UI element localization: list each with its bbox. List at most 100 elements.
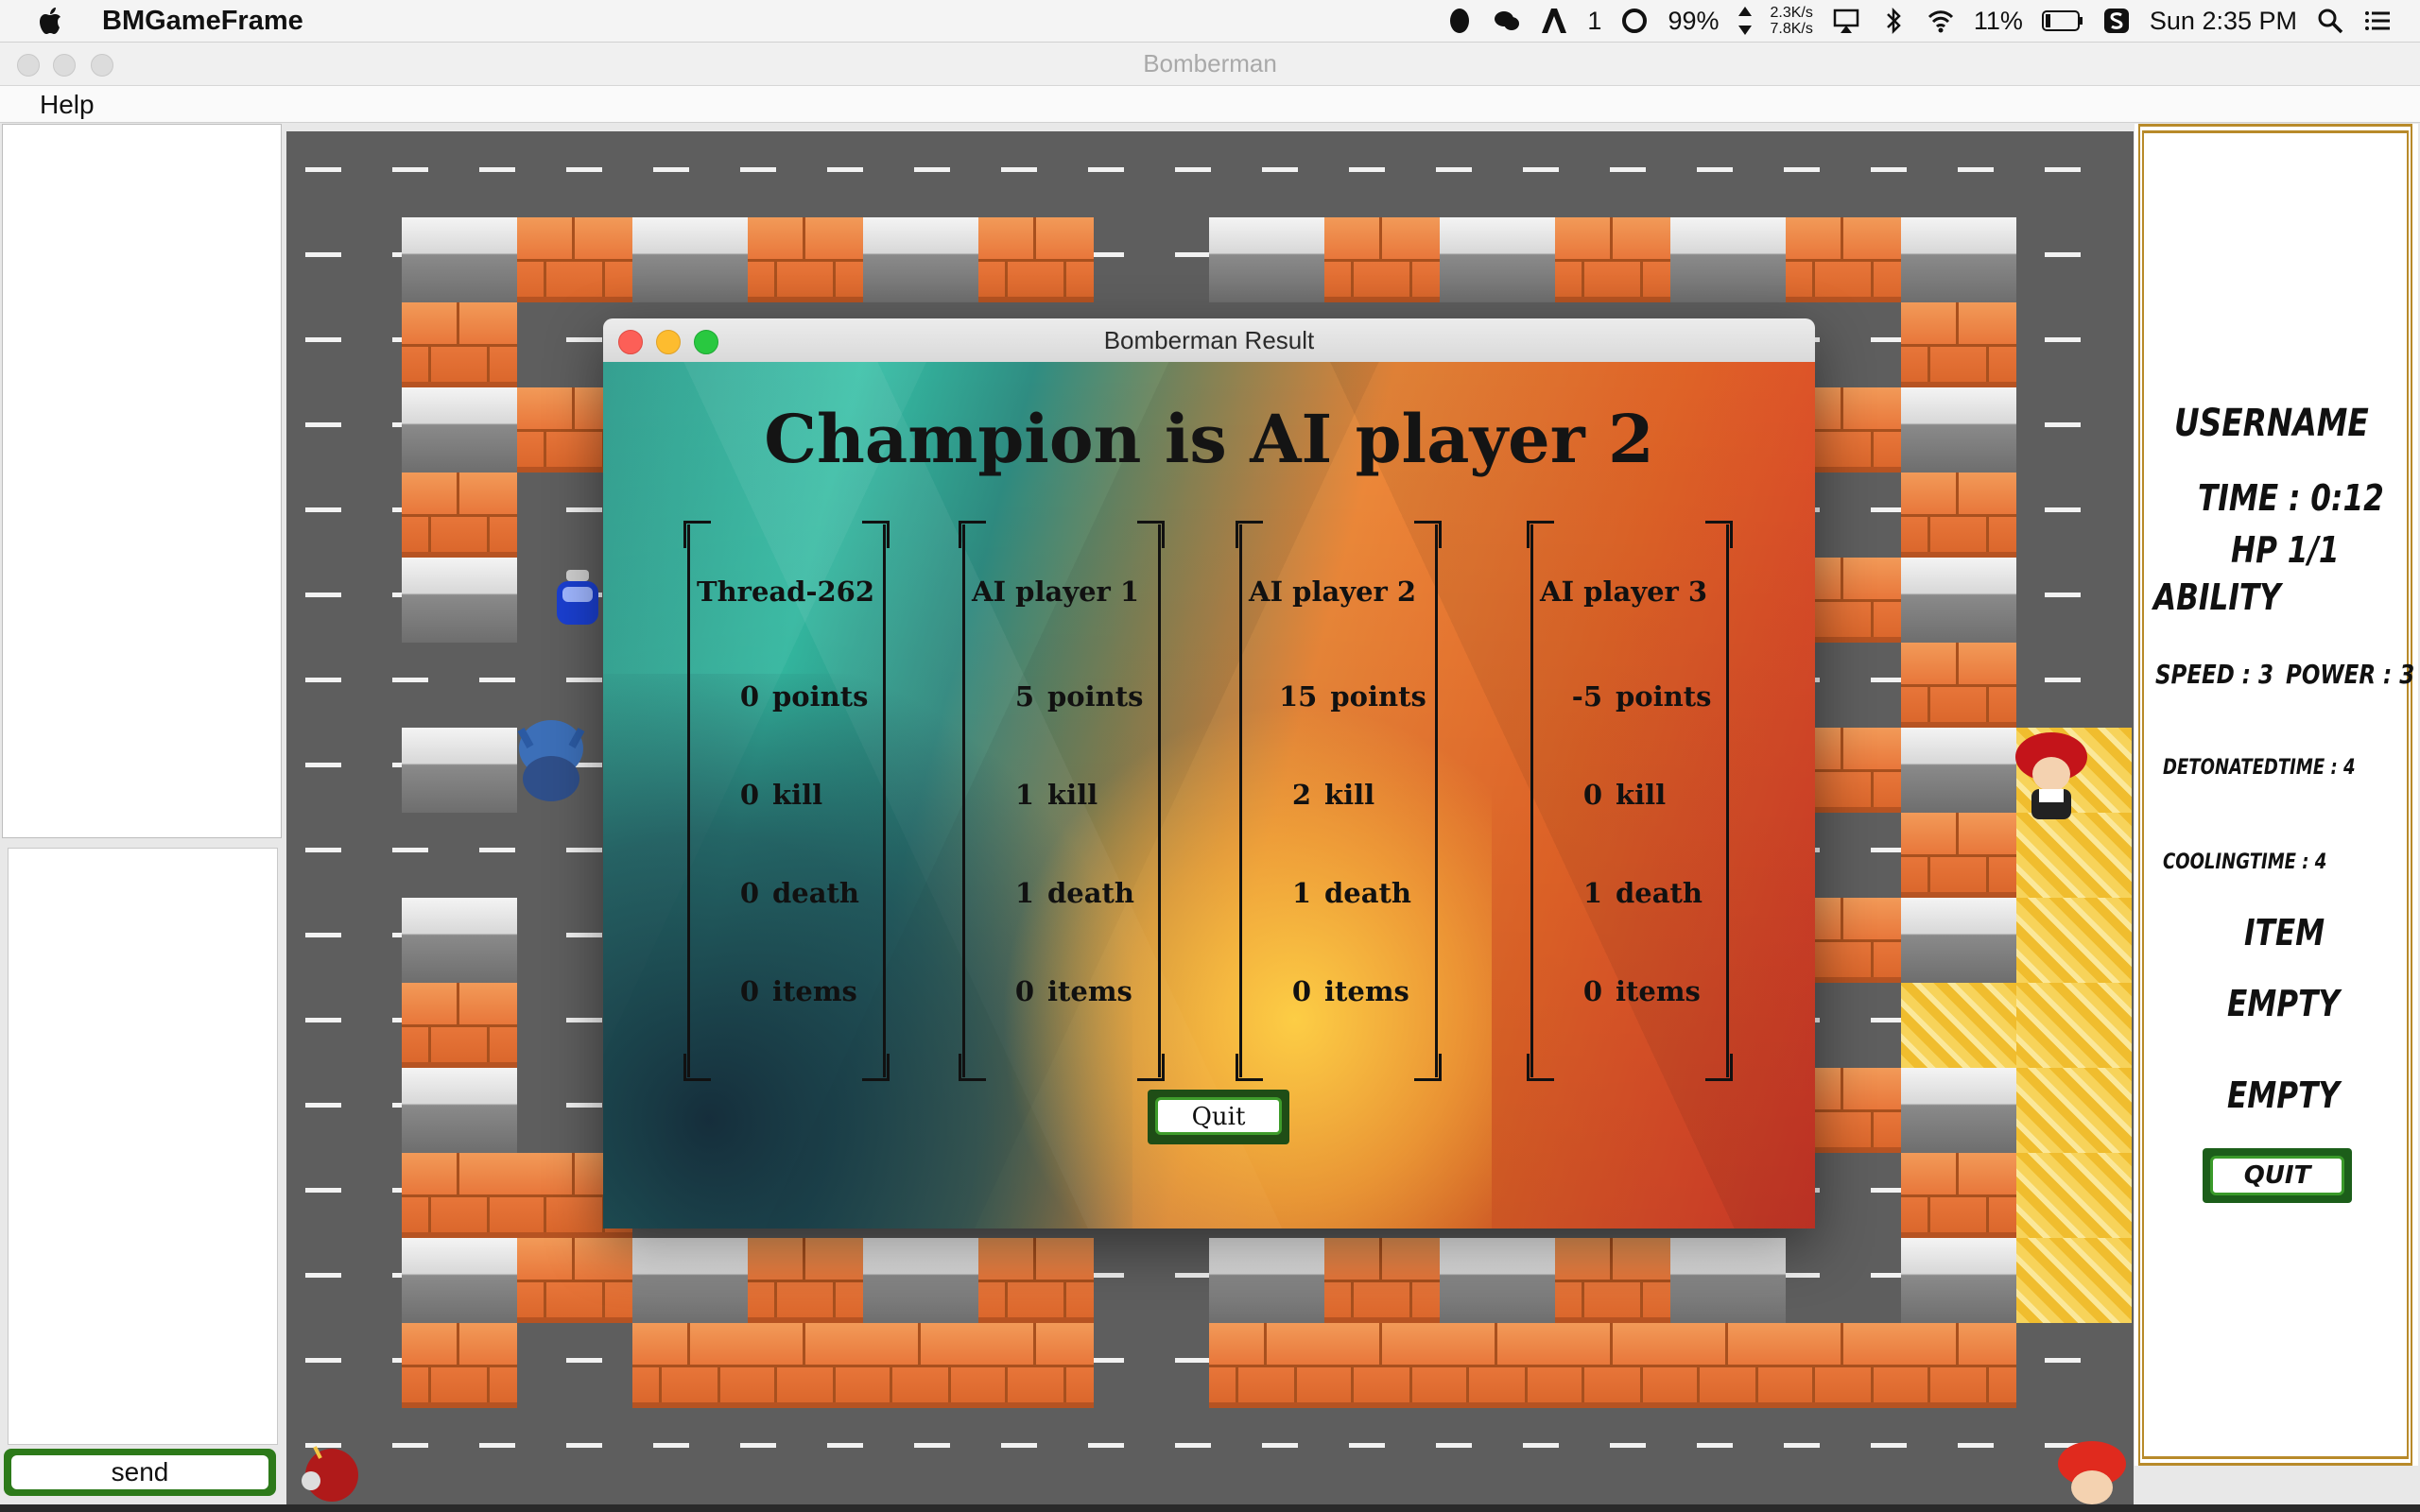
road-dash: [566, 337, 602, 342]
bracket-corner: [959, 1054, 986, 1081]
stone-block: [402, 1068, 517, 1153]
circle-status-icon[interactable]: [1620, 7, 1649, 35]
road-dash: [1175, 1273, 1211, 1278]
brick-wall: [1670, 1323, 1786, 1408]
gold-tile: [2016, 983, 2132, 1068]
qq-penguin-icon[interactable]: [1445, 7, 1474, 35]
player-name: Thread-262: [697, 576, 875, 608]
stat-kill: 2 kill: [1279, 779, 1374, 811]
bracket-corner: [683, 521, 711, 548]
bracket-corner: [1705, 521, 1733, 548]
status-quit-button[interactable]: QUIT: [2203, 1148, 2352, 1203]
battery-icon[interactable]: [2041, 10, 2083, 31]
stat-value: 0: [739, 975, 759, 1007]
road-dash: [1784, 1443, 1820, 1448]
stat-label: death: [1047, 877, 1134, 909]
bracket-corner: [1705, 1054, 1733, 1081]
stat-value: 1: [1014, 779, 1034, 811]
road-dash: [1958, 167, 1994, 172]
road-dash: [392, 167, 428, 172]
road-dash: [1784, 1273, 1820, 1278]
brick-wall: [402, 1323, 517, 1408]
stat-points: -5 points: [1570, 680, 1712, 713]
player-status-panel: [2135, 124, 2418, 1466]
stone-block: [1209, 217, 1324, 302]
road-dash: [566, 848, 602, 852]
road-dash: [566, 1358, 602, 1363]
blue-player-sprite: [502, 711, 596, 805]
road-dash: [1175, 1443, 1211, 1448]
apple-menu-icon[interactable]: [38, 5, 66, 37]
stat-label: death: [772, 877, 859, 909]
player-result-column: AI player 3 -5 points 0 kill 1 death 0 items: [1527, 521, 1733, 1081]
stat-death: 0 death: [727, 877, 859, 909]
system-menu-bar: BMGameFrame 1 99% 2.3K/s 7.8K/s 11% Sun …: [0, 0, 2420, 43]
scriptable-s-icon[interactable]: [2102, 7, 2131, 35]
wifi-icon[interactable]: [1927, 7, 1955, 35]
road-dash: [2045, 337, 2081, 342]
clock[interactable]: Sun 2:35 PM: [2150, 7, 2297, 36]
brick-wall: [1324, 217, 1440, 302]
stone-block: [1901, 387, 2016, 472]
stat-label: kill: [772, 779, 823, 811]
bracket-corner: [1236, 521, 1263, 548]
road-dash: [1175, 252, 1211, 257]
player-result-column: AI player 2 15 points 2 kill 1 death 0 items: [1236, 521, 1442, 1081]
bracket-corner: [959, 521, 986, 548]
player-result-column: Thread-262 0 points 0 kill 0 death 0 items: [683, 521, 890, 1081]
road-dash: [305, 337, 341, 342]
brick-wall: [978, 217, 1094, 302]
spotlight-search-icon[interactable]: [2316, 7, 2344, 35]
status-tray: 1 99% 2.3K/s 7.8K/s 11% Sun 2:35 PM: [1445, 0, 2420, 42]
wechat-icon[interactable]: [1493, 7, 1521, 35]
stat-label: kill: [1616, 779, 1667, 811]
chat-log-area[interactable]: [2, 124, 282, 838]
stone-block: [1901, 898, 2016, 983]
stat-items: 0 items: [1002, 975, 1132, 1007]
road-dash: [827, 1443, 863, 1448]
stat-label: kill: [1047, 779, 1098, 811]
road-dash: [1088, 1443, 1124, 1448]
stone-block: [863, 1238, 978, 1323]
road-dash: [2045, 593, 2081, 597]
road-dash: [566, 507, 602, 512]
stat-label: death: [1616, 877, 1703, 909]
cooling-time-label: COOLINGTIME : 4: [2163, 850, 2327, 874]
help-menu[interactable]: Help: [40, 90, 95, 120]
stone-block: [402, 217, 517, 302]
road-dash: [479, 1443, 515, 1448]
airplay-icon[interactable]: [1832, 7, 1860, 35]
app-name-menu[interactable]: BMGameFrame: [102, 6, 303, 37]
road-dash: [1523, 167, 1559, 172]
time-label: TIME : 0:12: [2198, 477, 2384, 519]
road-dash: [1349, 1443, 1385, 1448]
status-panel-frame: [2138, 124, 2412, 1466]
stat-value: 15: [1279, 680, 1318, 713]
road-dash: [1871, 1443, 1907, 1448]
stone-block: [1901, 217, 2016, 302]
send-button[interactable]: send: [4, 1449, 276, 1496]
road-dash: [566, 167, 602, 172]
road-dash: [305, 167, 341, 172]
stat-points: 5 points: [1002, 680, 1144, 713]
road-dash: [305, 678, 341, 682]
network-speed: 2.3K/s 7.8K/s: [1771, 5, 1813, 37]
adobe-icon[interactable]: [1540, 7, 1568, 35]
player-name: AI player 3: [1540, 576, 1708, 608]
player-result-column: AI player 1 5 points 1 kill 1 death 0 items: [959, 521, 1165, 1081]
brick-wall: [402, 983, 517, 1068]
ability-label: ABILITY: [2153, 576, 2281, 618]
notification-center-icon[interactable]: [2363, 7, 2392, 35]
stone-block: [1440, 217, 1555, 302]
road-dash: [566, 933, 602, 937]
road-dash: [1088, 167, 1124, 172]
stone-block: [402, 387, 517, 472]
road-dash: [566, 1018, 602, 1022]
bracket-corner: [862, 521, 890, 548]
bluetooth-icon[interactable]: [1879, 7, 1908, 35]
battery-percent: 11%: [1973, 6, 2023, 35]
stone-block: [402, 728, 517, 813]
result-quit-button[interactable]: Quit: [1148, 1090, 1289, 1144]
item-header: ITEM: [2244, 912, 2325, 954]
chat-input-area[interactable]: [8, 848, 278, 1445]
